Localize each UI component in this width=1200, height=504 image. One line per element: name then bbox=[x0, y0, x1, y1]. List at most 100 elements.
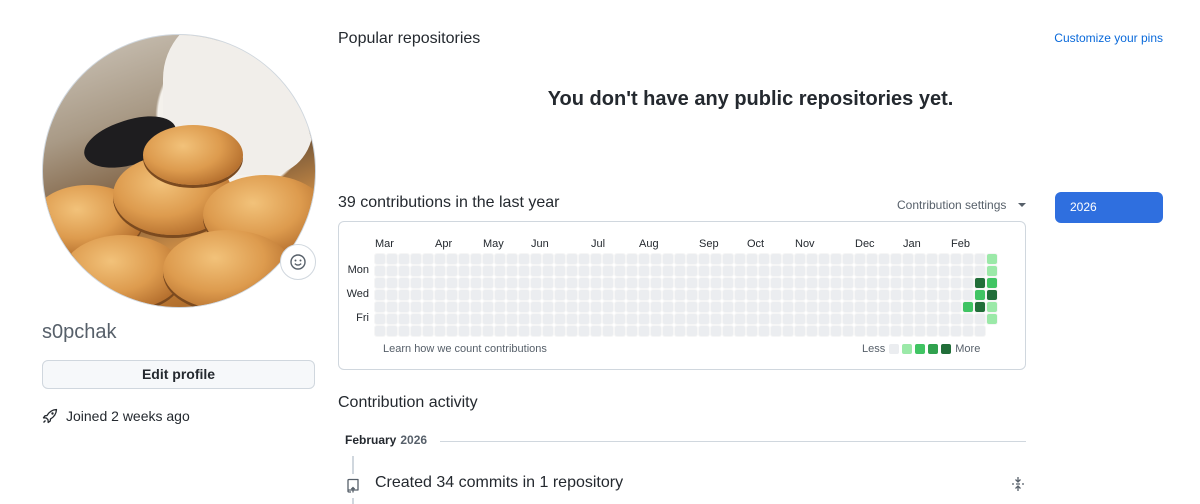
contribution-day-cell[interactable] bbox=[866, 289, 878, 301]
contribution-day-cell[interactable] bbox=[866, 313, 878, 325]
contribution-day-cell[interactable] bbox=[578, 313, 590, 325]
contribution-day-cell[interactable] bbox=[890, 289, 902, 301]
contribution-day-cell[interactable] bbox=[854, 277, 866, 289]
contribution-day-cell[interactable] bbox=[746, 289, 758, 301]
contribution-day-cell[interactable] bbox=[962, 265, 974, 277]
contribution-day-cell[interactable] bbox=[902, 253, 914, 265]
contribution-day-cell[interactable] bbox=[506, 289, 518, 301]
contribution-day-cell[interactable] bbox=[578, 301, 590, 313]
contribution-day-cell[interactable] bbox=[854, 265, 866, 277]
contribution-day-cell[interactable] bbox=[794, 253, 806, 265]
contribution-day-cell[interactable] bbox=[806, 313, 818, 325]
contribution-day-cell[interactable] bbox=[434, 277, 446, 289]
contribution-settings-dropdown[interactable]: Contribution settings bbox=[897, 198, 1027, 212]
year-2026-button[interactable]: 2026 bbox=[1055, 192, 1163, 223]
contribution-day-cell[interactable] bbox=[458, 289, 470, 301]
contribution-day-cell[interactable] bbox=[470, 313, 482, 325]
contribution-day-cell[interactable] bbox=[590, 265, 602, 277]
contribution-day-cell[interactable] bbox=[686, 325, 698, 337]
contribution-day-cell[interactable] bbox=[938, 253, 950, 265]
contribution-day-cell[interactable] bbox=[638, 301, 650, 313]
contribution-day-cell[interactable] bbox=[938, 301, 950, 313]
set-status-button[interactable] bbox=[280, 244, 316, 280]
contribution-day-cell[interactable] bbox=[650, 277, 662, 289]
contribution-day-cell[interactable] bbox=[386, 325, 398, 337]
contribution-day-cell[interactable] bbox=[914, 265, 926, 277]
contribution-day-cell[interactable] bbox=[770, 253, 782, 265]
contribution-day-cell[interactable] bbox=[806, 253, 818, 265]
contribution-day-cell[interactable] bbox=[710, 265, 722, 277]
contribution-day-cell[interactable] bbox=[518, 265, 530, 277]
contribution-day-cell[interactable] bbox=[830, 325, 842, 337]
contribution-day-cell[interactable] bbox=[386, 277, 398, 289]
contribution-day-cell[interactable] bbox=[674, 265, 686, 277]
contribution-day-cell[interactable] bbox=[410, 253, 422, 265]
contribution-day-cell[interactable] bbox=[662, 253, 674, 265]
contribution-day-cell[interactable] bbox=[494, 313, 506, 325]
contribution-day-cell[interactable] bbox=[494, 277, 506, 289]
contribution-day-cell[interactable] bbox=[590, 253, 602, 265]
contribution-day-cell[interactable] bbox=[518, 277, 530, 289]
contribution-day-cell[interactable] bbox=[398, 253, 410, 265]
contribution-day-cell[interactable] bbox=[590, 313, 602, 325]
contribution-day-cell[interactable] bbox=[518, 313, 530, 325]
contribution-day-cell[interactable] bbox=[986, 289, 998, 301]
contribution-day-cell[interactable] bbox=[506, 253, 518, 265]
contribution-day-cell[interactable] bbox=[386, 301, 398, 313]
contribution-day-cell[interactable] bbox=[890, 277, 902, 289]
contribution-day-cell[interactable] bbox=[926, 253, 938, 265]
contribution-day-cell[interactable] bbox=[446, 265, 458, 277]
contribution-day-cell[interactable] bbox=[770, 313, 782, 325]
contribution-day-cell[interactable] bbox=[578, 277, 590, 289]
contribution-day-cell[interactable] bbox=[818, 313, 830, 325]
contribution-day-cell[interactable] bbox=[926, 289, 938, 301]
contribution-day-cell[interactable] bbox=[626, 277, 638, 289]
contribution-day-cell[interactable] bbox=[566, 277, 578, 289]
contribution-day-cell[interactable] bbox=[386, 289, 398, 301]
contribution-day-cell[interactable] bbox=[470, 325, 482, 337]
contribution-day-cell[interactable] bbox=[482, 265, 494, 277]
contribution-day-cell[interactable] bbox=[926, 277, 938, 289]
contribution-day-cell[interactable] bbox=[926, 265, 938, 277]
contribution-day-cell[interactable] bbox=[962, 313, 974, 325]
contribution-day-cell[interactable] bbox=[530, 313, 542, 325]
contribution-day-cell[interactable] bbox=[542, 253, 554, 265]
contribution-day-cell[interactable] bbox=[506, 313, 518, 325]
contribution-day-cell[interactable] bbox=[458, 253, 470, 265]
contribution-day-cell[interactable] bbox=[698, 289, 710, 301]
contribution-day-cell[interactable] bbox=[986, 313, 998, 325]
contribution-day-cell[interactable] bbox=[410, 301, 422, 313]
contribution-day-cell[interactable] bbox=[722, 289, 734, 301]
contribution-day-cell[interactable] bbox=[434, 253, 446, 265]
contribution-day-cell[interactable] bbox=[722, 325, 734, 337]
contribution-day-cell[interactable] bbox=[602, 325, 614, 337]
contribution-day-cell[interactable] bbox=[506, 301, 518, 313]
contribution-day-cell[interactable] bbox=[722, 313, 734, 325]
contribution-day-cell[interactable] bbox=[806, 289, 818, 301]
contribution-day-cell[interactable] bbox=[938, 277, 950, 289]
contribution-day-cell[interactable] bbox=[410, 313, 422, 325]
activity-commits-summary[interactable]: Created 34 commits in 1 repository bbox=[375, 474, 623, 492]
contribution-day-cell[interactable] bbox=[746, 277, 758, 289]
contribution-day-cell[interactable] bbox=[422, 253, 434, 265]
contribution-day-cell[interactable] bbox=[830, 265, 842, 277]
contribution-day-cell[interactable] bbox=[758, 277, 770, 289]
contribution-day-cell[interactable] bbox=[686, 289, 698, 301]
contribution-day-cell[interactable] bbox=[686, 253, 698, 265]
contribution-day-cell[interactable] bbox=[854, 301, 866, 313]
contribution-day-cell[interactable] bbox=[398, 313, 410, 325]
contribution-day-cell[interactable] bbox=[482, 313, 494, 325]
contribution-day-cell[interactable] bbox=[902, 289, 914, 301]
contribution-day-cell[interactable] bbox=[374, 301, 386, 313]
contribution-day-cell[interactable] bbox=[422, 265, 434, 277]
contribution-day-cell[interactable] bbox=[374, 313, 386, 325]
contribution-day-cell[interactable] bbox=[710, 253, 722, 265]
contribution-day-cell[interactable] bbox=[914, 301, 926, 313]
contribution-day-cell[interactable] bbox=[974, 253, 986, 265]
contribution-day-cell[interactable] bbox=[566, 325, 578, 337]
contribution-day-cell[interactable] bbox=[446, 313, 458, 325]
contribution-day-cell[interactable] bbox=[446, 325, 458, 337]
contribution-day-cell[interactable] bbox=[374, 325, 386, 337]
customize-pins-link[interactable]: Customize your pins bbox=[1054, 31, 1163, 45]
contribution-day-cell[interactable] bbox=[542, 301, 554, 313]
